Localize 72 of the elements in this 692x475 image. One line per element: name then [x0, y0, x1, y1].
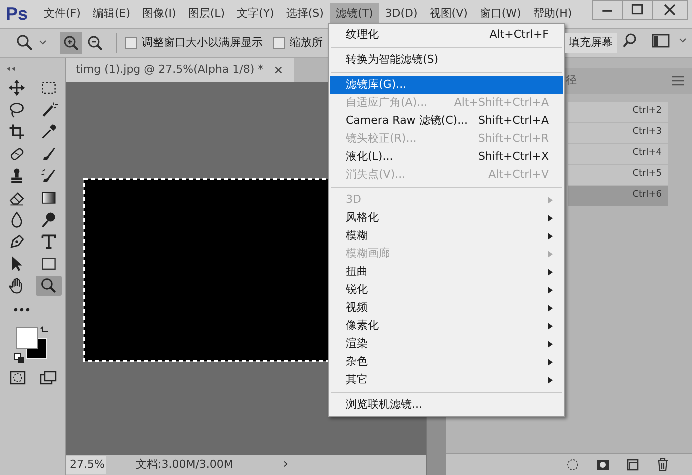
menu-item[interactable]: 编辑(E)	[86, 3, 136, 25]
channel-row[interactable]: Ctrl+5	[568, 165, 668, 185]
submenu-arrow-icon	[548, 214, 553, 222]
menu-item[interactable]: 模糊	[330, 227, 563, 245]
channel-row[interactable]: Ctrl+4	[568, 144, 668, 164]
fill-screen-button[interactable]: 填充屏幕	[565, 33, 617, 53]
zoom-in-button[interactable]	[60, 32, 82, 54]
menu-item[interactable]: 窗口(W)	[474, 3, 528, 25]
channel-row[interactable]: Ctrl+3	[568, 123, 668, 143]
menu-item[interactable]: Camera Raw 滤镜(C)... Shift+Ctrl+A	[330, 112, 563, 130]
screen-mode-icon[interactable]	[38, 370, 56, 386]
submenu-arrow-icon	[548, 340, 553, 348]
menu-item[interactable]: 浏览联机滤镜...	[330, 396, 563, 414]
menu-item[interactable]: 锐化	[330, 281, 563, 299]
submenu-arrow-icon	[548, 322, 553, 330]
checkbox[interactable]	[273, 37, 285, 49]
more-tools-icon[interactable]	[12, 306, 32, 314]
document-size-text: 文档:3.00M/3.00M	[136, 456, 234, 473]
submenu-arrow-icon	[548, 304, 553, 312]
app-logo: Ps	[6, 2, 28, 26]
channel-row[interactable]: Ctrl+6	[568, 186, 668, 206]
search-icon[interactable]	[622, 33, 638, 49]
menu-item[interactable]: 滤镜库(G)...	[330, 76, 563, 94]
menu-item[interactable]: 视频	[330, 299, 563, 317]
menu-item[interactable]: 其它	[330, 371, 563, 389]
zoom-icon[interactable]	[16, 34, 34, 52]
menu-item[interactable]: 图像(I)	[136, 3, 182, 25]
shortcut-text: Ctrl+3	[632, 126, 662, 140]
submenu-arrow-icon	[548, 232, 553, 240]
tab-close-button[interactable]: ×	[274, 61, 284, 79]
selection-icon[interactable]	[566, 458, 580, 472]
submenu-arrow-icon	[548, 286, 553, 294]
shortcut-text: Ctrl+6	[632, 189, 662, 202]
menu-item[interactable]: 风格化	[330, 209, 563, 227]
menu-item[interactable]: 纹理化 Alt+Ctrl+F	[330, 26, 563, 44]
zoom-tool-icon[interactable]	[36, 276, 62, 296]
submenu-arrow-icon	[548, 358, 553, 366]
quick-mask-icon[interactable]	[8, 370, 26, 386]
submenu-arrow-icon	[548, 250, 553, 258]
submenu-arrow-icon	[548, 376, 553, 384]
shortcut-text: Ctrl+5	[632, 168, 662, 182]
workspace-icon[interactable]	[652, 34, 670, 48]
menu-item[interactable]: 选择(S)	[280, 3, 330, 25]
trash-icon[interactable]	[656, 458, 670, 472]
status-arrow-button[interactable]: ›	[283, 455, 289, 475]
new-channel-icon[interactable]	[626, 458, 640, 472]
menu-item[interactable]: 像素化	[330, 317, 563, 335]
shortcut-text: Ctrl+4	[632, 147, 662, 160]
menu-item[interactable]: 滤镜(T)	[330, 3, 380, 25]
menu-item[interactable]: 文件(F)	[38, 3, 87, 25]
menu-item[interactable]: 帮助(H)	[527, 3, 578, 25]
mask-icon[interactable]	[596, 458, 610, 470]
panel-collapse-icon[interactable]	[6, 66, 18, 72]
menu-item[interactable]: 渲染	[330, 335, 563, 353]
checkbox-label: 缩放所	[290, 34, 323, 51]
menu-item[interactable]: 杂色	[330, 353, 563, 371]
panel-menu-icon[interactable]	[672, 76, 684, 86]
submenu-arrow-icon	[548, 268, 553, 276]
menu-item[interactable]: 文字(Y)	[231, 3, 280, 25]
submenu-arrow-icon	[548, 196, 553, 204]
menu-item[interactable]: 液化(L)... Shift+Ctrl+X	[330, 148, 563, 166]
menu-item[interactable]: 视图(V)	[424, 3, 474, 25]
menu-item[interactable]: 扭曲	[330, 263, 563, 281]
menu-item[interactable]: 3D(D)	[379, 3, 424, 25]
document-tab-title[interactable]: timg (1).jpg @ 27.5%(Alpha 1/8) *	[76, 62, 264, 78]
zoom-level-field[interactable]: 27.5%	[66, 456, 106, 474]
checkbox[interactable]	[125, 37, 137, 49]
shortcut-text: Ctrl+2	[632, 105, 662, 118]
menu-item[interactable]: 转换为智能滤镜(S)	[330, 51, 563, 69]
menu-item[interactable]: 图层(L)	[182, 3, 232, 25]
checkbox-label: 调整窗口大小以满屏显示	[142, 34, 263, 51]
channel-row[interactable]: Ctrl+2	[568, 102, 668, 122]
